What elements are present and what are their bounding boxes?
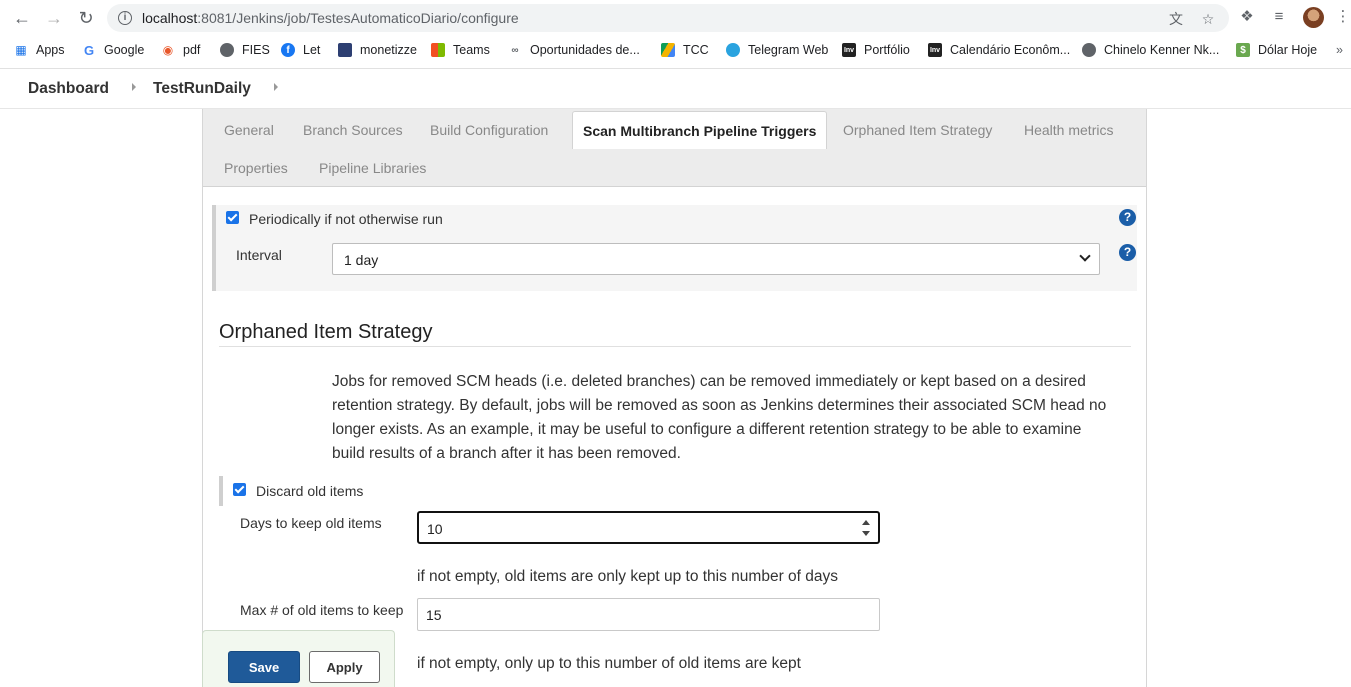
breadcrumb-dashboard[interactable]: Dashboard (28, 80, 109, 98)
bookmark-google[interactable]: G Google (82, 41, 144, 59)
bookmark-monetizze[interactable]: monetizze (338, 41, 417, 59)
tab-pipeline-libraries[interactable]: Pipeline Libraries (319, 160, 426, 176)
days-hint: if not empty, old items are only kept up… (417, 568, 839, 585)
bookmark-apps[interactable]: ▦ Apps (14, 41, 64, 59)
breadcrumb-job[interactable]: TestRunDaily (153, 80, 251, 98)
browser-toolbar: ← → ↻ i localhost:8081/Jenkins/job/Teste… (0, 0, 1351, 36)
tab-properties[interactable]: Properties (224, 160, 288, 176)
bookmark-oportunidades[interactable]: ∞ Oportunidades de... (508, 41, 639, 59)
telegram-icon (726, 43, 740, 57)
block-indent-bar (212, 205, 216, 291)
pdf-icon: ◉ (162, 43, 174, 57)
save-button[interactable]: Save (228, 651, 300, 683)
forward-icon[interactable]: → (42, 7, 66, 29)
drive-icon (661, 43, 675, 57)
help-icon[interactable]: ? (1119, 209, 1136, 226)
section-divider (219, 346, 1131, 347)
link-icon: ∞ (511, 44, 519, 56)
bookmark-calendario[interactable]: Inv Calendário Econôm... (928, 41, 1070, 59)
section-title-orphaned: Orphaned Item Strategy (219, 321, 433, 343)
bookmark-star-icon[interactable]: ☆ (1200, 11, 1216, 27)
bookmark-tcc[interactable]: TCC (661, 41, 709, 59)
max-items-input[interactable]: 15 (417, 598, 880, 631)
interval-select[interactable]: 1 day (332, 243, 1100, 275)
days-to-keep-input[interactable]: 10 (417, 511, 880, 544)
back-icon[interactable]: ← (10, 7, 34, 29)
number-spinner-icon[interactable] (862, 520, 870, 536)
apply-button[interactable]: Apply (309, 651, 380, 683)
apps-grid-icon: ▦ (15, 43, 27, 57)
dollar-icon: $ (1236, 43, 1250, 57)
orphaned-description: Jobs for removed SCM heads (i.e. deleted… (332, 373, 1107, 462)
days-label: Days to keep old items (240, 515, 382, 531)
breadcrumb: Dashboard TestRunDaily (0, 69, 1351, 109)
breadcrumb-arrow-icon[interactable] (274, 83, 278, 91)
bookmark-chinelo[interactable]: Chinelo Kenner Nk... (1082, 41, 1219, 59)
investing-icon: Inv (842, 43, 856, 57)
menu-kebab-icon[interactable]: ⋮ (1334, 8, 1351, 26)
config-tabs: General Branch Sources Build Configurati… (203, 109, 1146, 187)
translate-icon[interactable]: 文 (1168, 11, 1184, 27)
tab-branch-sources[interactable]: Branch Sources (303, 122, 403, 138)
config-panel: General Branch Sources Build Configurati… (202, 109, 1147, 687)
help-icon[interactable]: ? (1119, 244, 1136, 261)
periodic-label: Periodically if not otherwise run (249, 211, 443, 227)
block-indent-bar (219, 476, 223, 506)
interval-label: Interval (236, 247, 282, 263)
monetizze-icon (338, 43, 352, 57)
interval-value: 1 day (344, 252, 379, 268)
tab-health-metrics[interactable]: Health metrics (1024, 122, 1113, 138)
address-bar[interactable]: i localhost:8081/Jenkins/job/TestesAutom… (107, 4, 1229, 32)
breadcrumb-arrow-icon[interactable] (132, 83, 136, 91)
max-items-label: Max # of old items to keep (240, 602, 404, 618)
days-value: 10 (427, 521, 443, 537)
tab-orphaned-item-strategy[interactable]: Orphaned Item Strategy (843, 122, 992, 138)
bookmarks-bar: ▦ Apps G Google ◉ pdf FIES f Let monetizze T… (0, 36, 1351, 64)
bookmark-teams[interactable]: Teams (431, 41, 490, 59)
reload-icon[interactable]: ↻ (74, 7, 98, 29)
discard-label: Discard old items (256, 483, 364, 499)
globe-icon (1082, 43, 1096, 57)
bookmark-let[interactable]: f Let (281, 41, 320, 59)
reading-list-icon[interactable]: ≡ (1270, 8, 1288, 26)
globe-icon (220, 43, 234, 57)
profile-avatar[interactable] (1303, 7, 1324, 28)
tab-scan-triggers[interactable]: Scan Multibranch Pipeline Triggers (572, 111, 828, 149)
url-text: localhost:8081/Jenkins/job/TestesAutomat… (142, 10, 519, 26)
periodic-checkbox[interactable] (226, 211, 239, 224)
google-icon: G (83, 42, 95, 58)
max-items-hint: if not empty, only up to this number of … (417, 655, 801, 672)
investing-icon: Inv (928, 43, 942, 57)
site-info-icon[interactable]: i (118, 11, 132, 25)
bookmark-dolar[interactable]: $ Dólar Hoje (1236, 41, 1317, 59)
tab-general[interactable]: General (224, 122, 274, 138)
facebook-icon: f (281, 43, 295, 57)
chevron-down-icon (1079, 250, 1091, 262)
bookmark-telegram[interactable]: Telegram Web (726, 41, 828, 59)
extensions-icon[interactable]: ❖ (1238, 8, 1256, 26)
microsoft-icon (431, 43, 445, 57)
bookmark-portfolio[interactable]: Inv Portfólio (842, 41, 910, 59)
save-bar: Save Apply (202, 630, 395, 687)
tab-build-configuration[interactable]: Build Configuration (430, 122, 548, 138)
max-items-value: 15 (426, 607, 442, 623)
bookmark-pdf[interactable]: ◉ pdf (161, 41, 201, 59)
bookmarks-overflow-icon[interactable]: » (1336, 41, 1343, 59)
discard-checkbox[interactable] (233, 483, 246, 496)
bookmark-fies[interactable]: FIES (220, 41, 270, 59)
